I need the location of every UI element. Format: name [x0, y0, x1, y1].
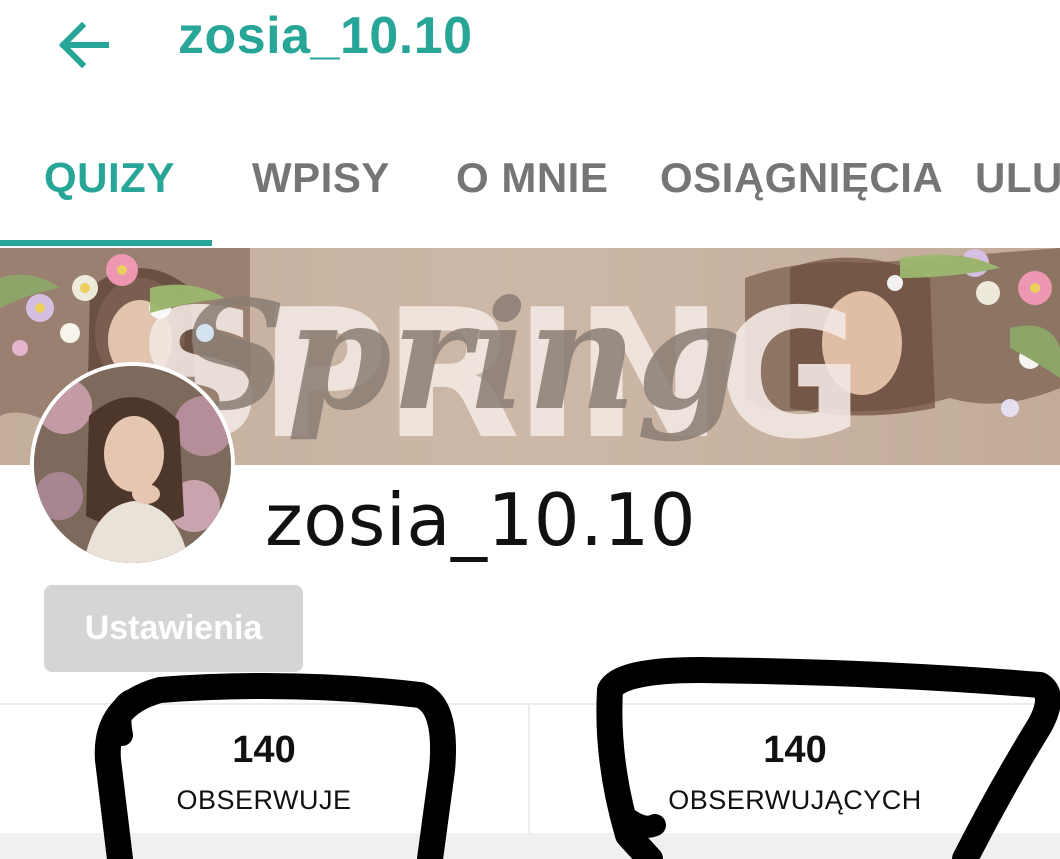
followers-count: 140 — [763, 729, 827, 771]
page-title: zosia_10.10 — [178, 7, 473, 65]
following-count: 140 — [232, 729, 296, 771]
tab-wpisy[interactable]: WPISY — [252, 154, 390, 202]
followers-stat[interactable]: 140 OBSERWUJĄCYCH — [530, 705, 1060, 835]
content-area-top — [0, 833, 1060, 859]
settings-button[interactable]: Ustawienia — [44, 585, 303, 672]
tab-quizy[interactable]: QUIZY — [44, 154, 175, 202]
avatar-photo — [34, 366, 231, 563]
profile-avatar[interactable] — [30, 362, 235, 567]
top-app-bar: zosia_10.10 — [0, 0, 1060, 110]
back-button[interactable] — [50, 10, 120, 80]
profile-tabs: QUIZY WPISY O MNIE OSIĄGNIĘCIA ULUBIONE — [0, 140, 1060, 248]
following-stat[interactable]: 140 OBSERWUJE — [0, 705, 528, 835]
profile-username: zosia_10.10 — [265, 478, 697, 562]
tab-o-mnie[interactable]: O MNIE — [456, 154, 608, 202]
tab-osiagniecia[interactable]: OSIĄGNIĘCIA — [660, 154, 943, 202]
followers-label: OBSERWUJĄCYCH — [668, 785, 922, 815]
profile-stats: 140 OBSERWUJE 140 OBSERWUJĄCYCH — [0, 703, 1060, 835]
following-label: OBSERWUJE — [176, 785, 352, 815]
active-tab-indicator — [0, 240, 212, 246]
tab-ulubione[interactable]: ULUBIONE — [975, 154, 1060, 202]
banner-script-text: Spring — [178, 268, 741, 444]
arrow-left-icon — [58, 21, 109, 69]
